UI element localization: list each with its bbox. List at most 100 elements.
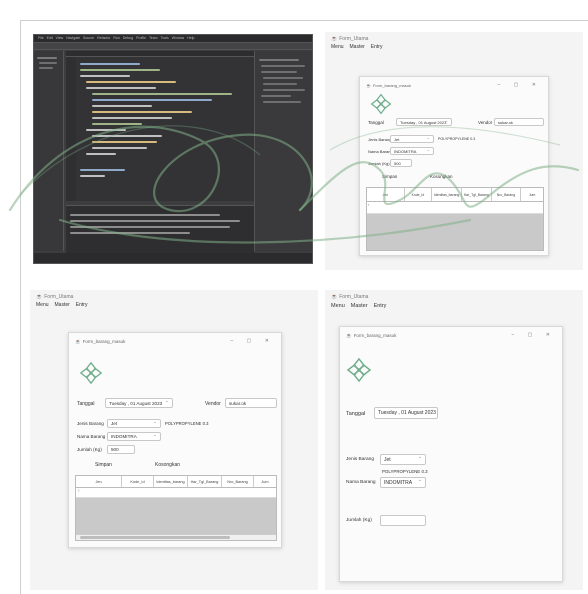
nama-barang-combo[interactable]: INDOMITRA bbox=[380, 477, 426, 488]
menu-item-master[interactable]: Master bbox=[55, 302, 70, 308]
menubar: Menu Master Entry bbox=[331, 44, 382, 50]
nama-barang-label: Nama Barang bbox=[77, 434, 106, 439]
java-icon: ☕ bbox=[331, 294, 338, 300]
column-header[interactable]: Har_Tgl_Barang bbox=[188, 476, 222, 487]
diamond-logo-icon bbox=[79, 361, 103, 385]
java-icon: ☕ bbox=[36, 294, 43, 300]
ide-menu-item[interactable]: Debug bbox=[123, 36, 133, 40]
app-screenshot-bottom-left: ☕ Form_Utama Menu Master Entry ☕ Form_bar… bbox=[30, 290, 318, 590]
simpan-button[interactable]: Simpan bbox=[95, 462, 112, 468]
nama-barang-label: Nama Barang bbox=[346, 480, 376, 485]
ide-menu-item[interactable]: Navigate bbox=[66, 36, 80, 40]
barang-masuk-table[interactable]: Jen Kode_Id Identitas_barang Har_Tgl_Bar… bbox=[75, 475, 277, 541]
tanggal-date-picker[interactable]: Tuesday , 01 August 2023 bbox=[105, 398, 173, 408]
jumlah-field[interactable] bbox=[380, 515, 426, 526]
window-controls[interactable]: – ▢ ✕ bbox=[231, 338, 275, 344]
row-marker-icon: › bbox=[368, 202, 370, 207]
jenis-barang-label: Jenis Barang bbox=[368, 137, 392, 142]
form-window: ☕ Form_barang_masuk – ▢ ✕ Tanggal Tuesday… bbox=[68, 332, 282, 548]
ide-menu-item[interactable]: View bbox=[56, 36, 64, 40]
menu-item-master[interactable]: Master bbox=[350, 44, 365, 50]
nama-barang-label: Nama Barang bbox=[368, 149, 393, 154]
column-header[interactable]: Kode_Id bbox=[405, 188, 433, 201]
window-title: ☕ Form_barang_masuk bbox=[75, 339, 126, 344]
form-window: ☕ Form_barang_masuk – ▢ ✕ Tanggal Tuesday… bbox=[359, 76, 549, 256]
app-screenshot-bottom-right: ☕ Form_Utama Menu Master Entry ☕ Form_bar… bbox=[325, 290, 583, 590]
simpan-button[interactable]: Simpan bbox=[382, 174, 397, 179]
column-header[interactable]: Nro_Barang bbox=[492, 188, 522, 201]
column-header[interactable]: Jum bbox=[521, 188, 543, 201]
ide-toolbar bbox=[34, 43, 312, 50]
jenis-barang-description: POLYPROPYLENE 0.3 bbox=[382, 469, 428, 474]
kosongkan-button[interactable]: Kosongkan bbox=[155, 462, 180, 468]
ide-menu-item[interactable]: Edit bbox=[47, 36, 53, 40]
java-icon: ☕ bbox=[366, 83, 371, 88]
menu-item-master[interactable]: Master bbox=[351, 303, 368, 309]
column-header[interactable]: Identitas_barang bbox=[432, 188, 462, 201]
jenis-barang-combo[interactable]: Jet bbox=[380, 454, 426, 465]
tanggal-label: Tanggal bbox=[368, 120, 384, 125]
tanggal-date-picker[interactable]: Tuesday , 01 August 2023 bbox=[396, 118, 452, 126]
vendor-field[interactable]: sukar.ok bbox=[494, 118, 544, 126]
app-title: ☕ Form_Utama bbox=[331, 294, 369, 300]
ide-menu-item[interactable]: Team bbox=[149, 36, 158, 40]
nama-barang-combo[interactable]: INDOMITRA bbox=[107, 432, 161, 441]
jumlah-field[interactable]: 500 bbox=[107, 445, 135, 454]
window-controls[interactable]: – ▢ ✕ bbox=[498, 82, 542, 88]
menu-item-menu[interactable]: Menu bbox=[331, 44, 344, 50]
window-title: ☕ Form_barang_masuk bbox=[366, 83, 412, 88]
ide-statusbar bbox=[34, 253, 312, 263]
column-header[interactable]: Identitas_barang bbox=[154, 476, 188, 487]
jenis-barang-label: Jenis Barang bbox=[77, 421, 104, 426]
barang-masuk-table[interactable]: Jen Kode_Id Identitas_barang Har_Tgl_Bar… bbox=[366, 187, 544, 251]
column-header[interactable]: Jen bbox=[367, 188, 405, 201]
ide-menu-item[interactable]: Refactor bbox=[97, 36, 110, 40]
menu-item-entry[interactable]: Entry bbox=[374, 303, 387, 309]
form-window: ☕ Form_barang_masuk – ▢ ✕ Tanggal Tuesday… bbox=[339, 326, 563, 582]
tanggal-date-picker[interactable]: Tuesday , 01 August 2023 bbox=[374, 407, 438, 419]
menu-item-menu[interactable]: Menu bbox=[36, 302, 49, 308]
ide-menu-item[interactable]: Tools bbox=[161, 36, 169, 40]
java-icon: ☕ bbox=[75, 339, 81, 344]
table-row[interactable]: › bbox=[76, 488, 276, 498]
vendor-field[interactable]: sukar.ok bbox=[225, 398, 277, 408]
app-title: ☕ Form_Utama bbox=[36, 294, 74, 300]
horizontal-scrollbar[interactable] bbox=[76, 534, 276, 540]
ide-menubar: File Edit View Navigate Source Refactor Run Deb… bbox=[34, 35, 312, 43]
jumlah-field[interactable]: 500 bbox=[390, 159, 412, 167]
tanggal-label: Tanggal bbox=[77, 401, 95, 407]
table-row[interactable]: › bbox=[367, 202, 543, 214]
menubar: Menu Master Entry bbox=[331, 303, 386, 309]
jenis-barang-description: POLYPROPYLENE 0.3 bbox=[165, 421, 209, 426]
column-header[interactable]: Nro_Barang bbox=[222, 476, 254, 487]
ide-menu-item[interactable]: Source bbox=[83, 36, 94, 40]
java-icon: ☕ bbox=[346, 333, 352, 338]
vendor-label: Vendor bbox=[205, 401, 221, 407]
menu-item-entry[interactable]: Entry bbox=[76, 302, 88, 308]
nama-barang-combo[interactable]: INDOMITRA bbox=[390, 147, 434, 155]
table-header: Jen Kode_Id Identitas_barang Har_Tgl_Bar… bbox=[76, 476, 276, 488]
menu-item-entry[interactable]: Entry bbox=[371, 44, 383, 50]
jenis-barang-combo[interactable]: Jet bbox=[390, 135, 434, 143]
column-header[interactable]: Har_Tgl_Barang bbox=[462, 188, 492, 201]
java-icon: ☕ bbox=[331, 36, 338, 42]
menu-item-menu[interactable]: Menu bbox=[331, 303, 345, 309]
jumlah-label: Jumlah (Kg) bbox=[368, 161, 390, 166]
ide-menu-item[interactable]: Run bbox=[113, 36, 119, 40]
jenis-barang-combo[interactable]: Jet bbox=[107, 419, 161, 428]
app-title: ☕ Form_Utama bbox=[331, 36, 369, 42]
column-header[interactable]: Jum bbox=[254, 476, 276, 487]
ide-screenshot: File Edit View Navigate Source Refactor Run Deb… bbox=[33, 34, 313, 264]
menubar: Menu Master Entry bbox=[36, 302, 87, 308]
kosongkan-button[interactable]: Kosongkan bbox=[430, 174, 453, 179]
column-header[interactable]: Jen bbox=[76, 476, 122, 487]
ide-code-editor[interactable] bbox=[66, 51, 254, 201]
ide-menu-item[interactable]: Window bbox=[172, 36, 184, 40]
row-marker-icon: › bbox=[78, 488, 80, 493]
ide-menu-item[interactable]: File bbox=[38, 36, 44, 40]
window-controls[interactable]: – ▢ ✕ bbox=[512, 332, 556, 338]
ide-menu-item[interactable]: Help bbox=[187, 36, 194, 40]
column-header[interactable]: Kode_Id bbox=[122, 476, 154, 487]
table-header: Jen Kode_Id Identitas_barang Har_Tgl_Bar… bbox=[367, 188, 543, 202]
ide-menu-item[interactable]: Profile bbox=[136, 36, 146, 40]
